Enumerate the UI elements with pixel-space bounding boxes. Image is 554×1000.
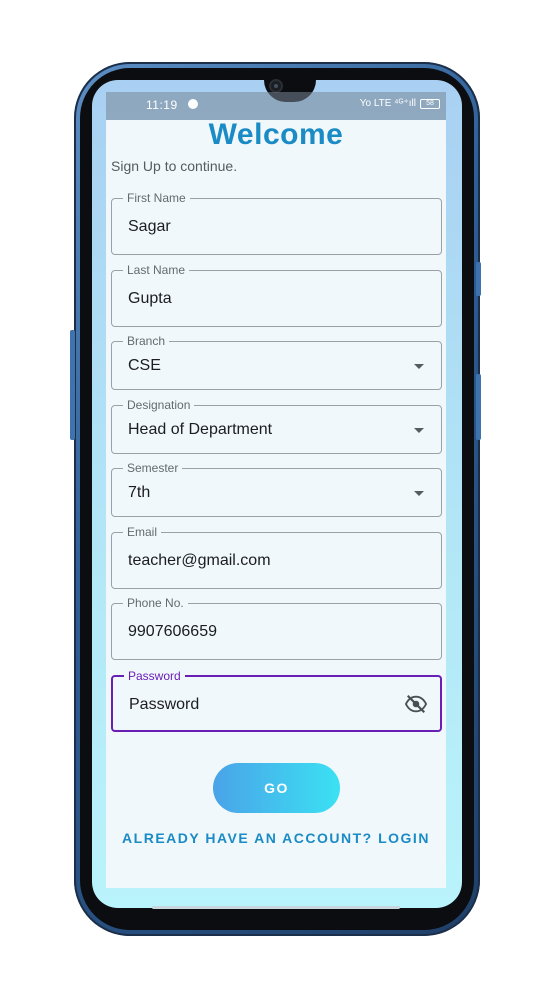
login-link[interactable]: ALREADY HAVE AN ACCOUNT? LOGIN [106,830,446,846]
phone-field[interactable]: Phone No. 9907606659 [111,595,442,660]
first-name-label: First Name [123,190,190,206]
designation-label: Designation [123,397,195,413]
password-placeholder[interactable]: Password [129,696,199,714]
home-indicator [152,906,400,909]
branch-label: Branch [123,333,170,349]
branch-value[interactable]: CSE [128,357,161,375]
password-field[interactable]: Password Password [111,668,442,732]
branch-select[interactable]: Branch CSE [111,333,442,390]
first-name-value[interactable]: Sagar [128,218,171,236]
email-value[interactable]: teacher@gmail.com [128,552,271,570]
notification-icon [188,99,198,109]
semester-select[interactable]: Semester 7th [111,460,442,517]
last-name-value[interactable]: Gupta [128,290,172,308]
email-label: Email [123,524,162,540]
power-button [476,374,481,440]
side-key [70,330,75,440]
battery-icon: 58 [420,98,440,109]
front-camera [269,79,283,93]
last-name-label: Last Name [123,262,190,278]
first-name-field[interactable]: First Name Sagar [111,190,442,255]
designation-value[interactable]: Head of Department [128,421,272,439]
chevron-down-icon[interactable] [414,428,424,433]
status-indicators: Yo LTE ⁴ᴳ⁺ıll 58 [360,98,440,109]
signal-icon: Yo LTE ⁴ᴳ⁺ıll [359,98,416,109]
status-bar: 11:19 Yo LTE ⁴ᴳ⁺ıll 58 [106,92,446,120]
go-button[interactable]: GO [213,763,340,813]
phone-value[interactable]: 9907606659 [128,623,217,641]
last-name-field[interactable]: Last Name Gupta [111,262,442,327]
semester-value[interactable]: 7th [128,484,150,502]
status-time: 11:19 [146,98,178,112]
chevron-down-icon[interactable] [414,364,424,369]
chevron-down-icon[interactable] [414,491,424,496]
volume-button [476,262,481,296]
phone-label: Phone No. [123,595,188,611]
eye-off-icon[interactable] [404,693,428,715]
email-field[interactable]: Email teacher@gmail.com [111,524,442,589]
designation-select[interactable]: Designation Head of Department [111,397,442,454]
password-label: Password [124,668,185,684]
semester-label: Semester [123,460,183,476]
page-title: Welcome [208,118,344,151]
page-subtitle: Sign Up to continue. [111,158,238,174]
